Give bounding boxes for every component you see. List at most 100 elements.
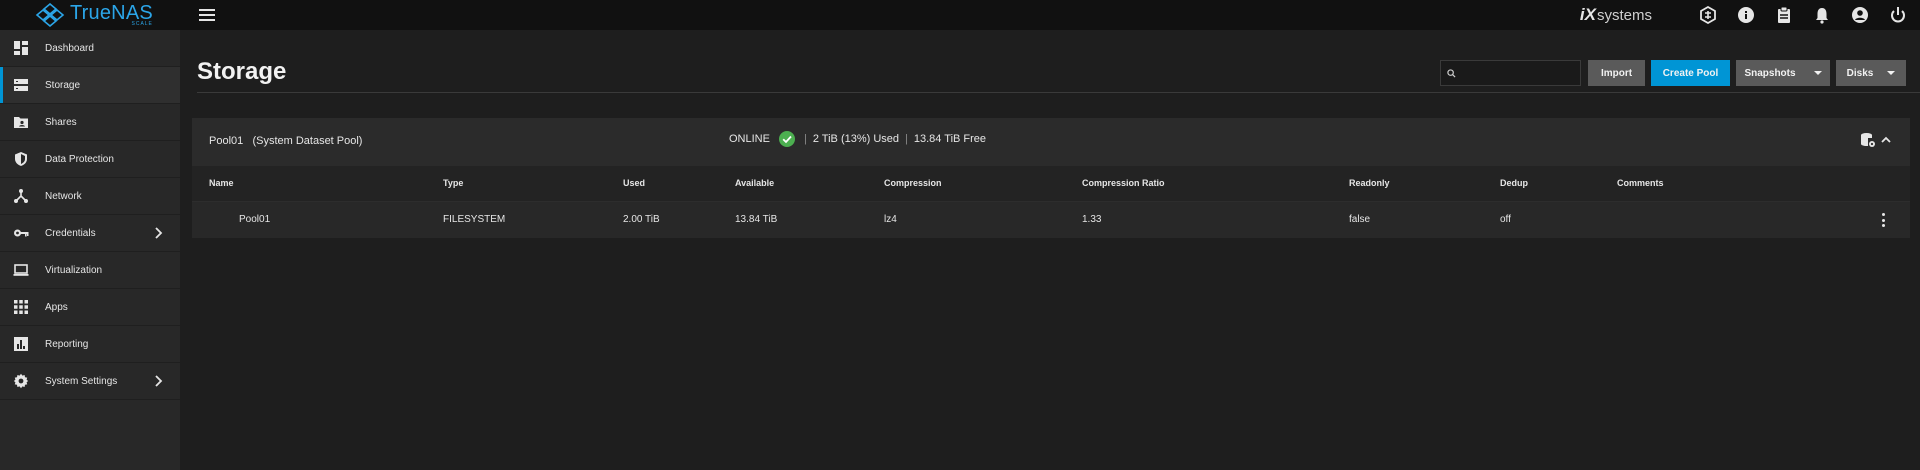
- menu-icon: [199, 9, 215, 11]
- chevron-right-icon: [155, 375, 163, 387]
- cell-used: 2.00 TiB: [623, 214, 660, 225]
- sidebar-item-system-settings[interactable]: System Settings: [0, 363, 180, 400]
- chevron-up-icon[interactable]: [1880, 134, 1892, 146]
- pool-header: Pool01 (System Dataset Pool) ONLINE | 2 …: [192, 118, 1910, 166]
- topbar-actions: iX systems: [1580, 0, 1908, 30]
- ixsystems-logo[interactable]: iX systems: [1580, 5, 1652, 25]
- sidebar-item-label: Credentials: [45, 227, 96, 239]
- menu-icon-bar: [199, 19, 215, 21]
- truenas-logo[interactable]: TrueNAS SCALE: [34, 2, 153, 28]
- import-button-label: Import: [1600, 67, 1633, 79]
- column-header-readonly[interactable]: Readonly: [1349, 178, 1390, 188]
- search-field[interactable]: [1440, 60, 1581, 86]
- status-separator: |: [803, 133, 807, 145]
- create-pool-button[interactable]: Create Pool: [1651, 60, 1730, 86]
- sidebar-item-network[interactable]: Network: [0, 178, 180, 215]
- snapshots-button[interactable]: Snapshots: [1736, 60, 1830, 86]
- info-icon[interactable]: [1736, 5, 1756, 25]
- brand-edition: SCALE: [131, 21, 153, 27]
- cell-name: Pool01: [239, 214, 271, 225]
- clipboard-icon[interactable]: [1774, 5, 1794, 25]
- table-header: Name Type Used Available Compression Com…: [192, 166, 1910, 202]
- sidebar-item-label: Data Protection: [45, 153, 114, 165]
- account-icon[interactable]: [1850, 5, 1870, 25]
- cell-type: FILESYSTEM: [443, 214, 506, 225]
- column-header-dedup[interactable]: Dedup: [1500, 178, 1528, 188]
- pool-card: Pool01 (System Dataset Pool) ONLINE | 2 …: [192, 118, 1910, 238]
- column-header-used[interactable]: Used: [623, 178, 645, 188]
- sidebar-item-dashboard[interactable]: Dashboard: [0, 30, 180, 67]
- sidebar-item-storage[interactable]: Storage: [0, 67, 180, 104]
- caret-down-icon: [1813, 71, 1822, 75]
- main-content: Storage Import Create Pool Snapshots Dis…: [180, 30, 1920, 470]
- pool-status-text: ONLINE: [729, 133, 770, 145]
- storage-icon: [13, 77, 29, 93]
- page-title: Storage: [197, 58, 287, 85]
- sidebar-item-reporting[interactable]: Reporting: [0, 326, 180, 363]
- cell-readonly: false: [1349, 214, 1371, 225]
- sidebar-toggle-button[interactable]: [198, 7, 216, 23]
- sidebar-item-label: Reporting: [45, 338, 89, 350]
- key-icon: [13, 225, 29, 241]
- network-icon: [13, 188, 29, 204]
- sidebar-item-apps[interactable]: Apps: [0, 289, 180, 326]
- sidebar-item-label: Dashboard: [45, 42, 94, 54]
- truenas-logo-icon: [35, 3, 65, 27]
- column-header-available[interactable]: Available: [735, 178, 774, 188]
- apps-icon: [13, 299, 29, 315]
- sidebar-item-label: Storage: [45, 79, 81, 91]
- ixsystems-logo-text: systems: [1596, 6, 1652, 24]
- kebab-dot: [1882, 218, 1885, 222]
- more-options-icon[interactable]: [1882, 213, 1886, 227]
- search-input[interactable]: [1460, 66, 1580, 80]
- column-header-name[interactable]: Name: [209, 178, 234, 188]
- sidebar-item-label: Apps: [45, 301, 68, 313]
- search-icon: [1447, 68, 1456, 78]
- sidebar: Dashboard Storage Shares Data Protection…: [0, 30, 180, 470]
- sidebar-item-label: Network: [45, 190, 82, 202]
- gear-icon: [13, 373, 29, 389]
- shares-icon: [13, 114, 29, 130]
- check-circle-icon: [778, 131, 795, 147]
- sidebar-item-label: System Settings: [45, 375, 118, 387]
- column-header-compression[interactable]: Compression: [884, 178, 942, 188]
- pool-free: 13.84 TiB Free: [913, 133, 987, 145]
- disks-button[interactable]: Disks: [1836, 60, 1906, 86]
- snapshots-button-label: Snapshots: [1744, 67, 1796, 79]
- top-toolbar: TrueNAS SCALE iX systems: [0, 0, 1920, 30]
- column-header-type[interactable]: Type: [443, 178, 463, 188]
- cell-available: 13.84 TiB: [735, 214, 778, 225]
- shield-icon: [13, 151, 29, 167]
- power-icon[interactable]: [1888, 5, 1908, 25]
- sidebar-item-data-protection[interactable]: Data Protection: [0, 141, 180, 178]
- import-button[interactable]: Import: [1588, 60, 1645, 86]
- create-pool-button-label: Create Pool: [1662, 67, 1719, 79]
- table-row[interactable]: Pool01 FILESYSTEM 2.00 TiB 13.84 TiB lz4…: [192, 202, 1910, 238]
- dashboard-icon: [13, 40, 29, 56]
- title-divider: [197, 92, 1920, 93]
- column-header-compression-ratio[interactable]: Compression Ratio: [1082, 178, 1165, 188]
- laptop-icon: [13, 262, 29, 278]
- sidebar-item-label: Shares: [45, 116, 77, 128]
- sidebar-item-virtualization[interactable]: Virtualization: [0, 252, 180, 289]
- cell-dedup: off: [1500, 214, 1511, 225]
- caret-down-icon: [1887, 71, 1896, 75]
- status-separator: |: [905, 133, 908, 145]
- database-settings-icon[interactable]: [1860, 132, 1876, 148]
- kebab-dot: [1882, 213, 1885, 216]
- cell-compression-ratio: 1.33: [1082, 214, 1102, 225]
- pool-title: Pool01 (System Dataset Pool): [209, 135, 362, 147]
- brand-name: TrueNAS: [70, 2, 153, 24]
- chevron-right-icon: [155, 227, 163, 239]
- pool-actions: [1860, 132, 1892, 148]
- sidebar-item-shares[interactable]: Shares: [0, 104, 180, 141]
- reporting-icon: [13, 336, 29, 352]
- ixsystems-logo-prefix: iX: [1579, 5, 1596, 24]
- pool-name: Pool01: [209, 135, 244, 147]
- column-header-comments[interactable]: Comments: [1617, 178, 1664, 188]
- cell-compression: lz4: [884, 214, 897, 225]
- bell-icon[interactable]: [1812, 5, 1832, 25]
- sidebar-item-credentials[interactable]: Credentials: [0, 215, 180, 252]
- sidebar-item-label: Virtualization: [45, 264, 103, 276]
- truecommand-icon[interactable]: [1698, 5, 1718, 25]
